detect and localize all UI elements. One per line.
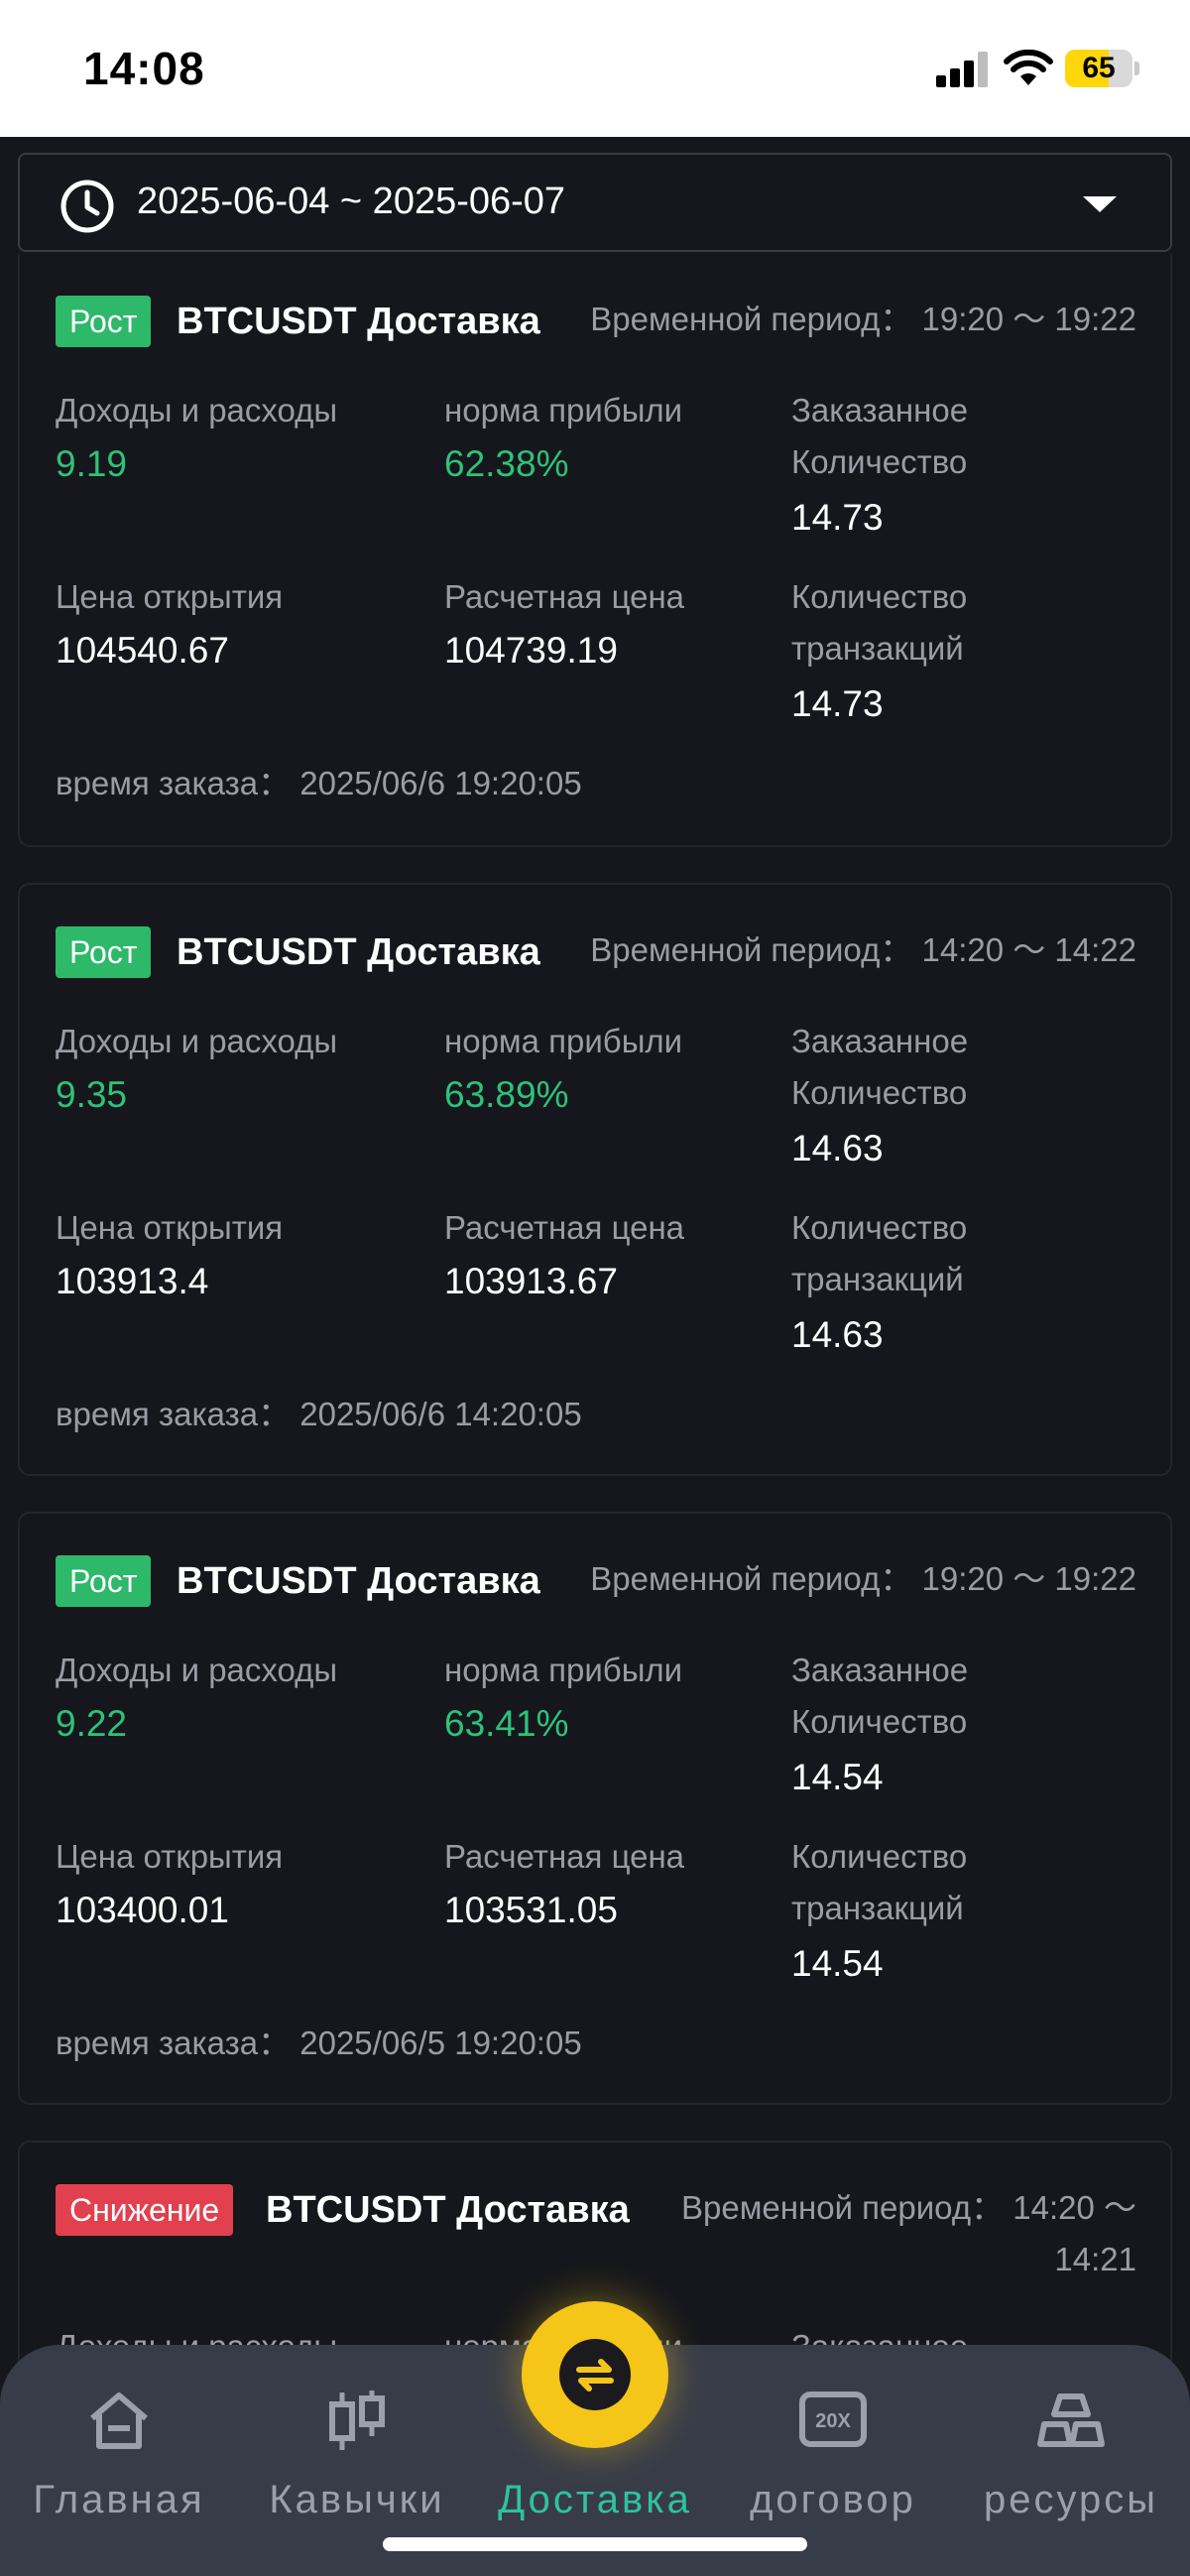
swap-arrows-glyph (576, 2359, 614, 2392)
battery-cap (1134, 61, 1139, 75)
pnl-value: 9.19 (56, 443, 128, 484)
delivery-fab-button[interactable] (522, 2301, 668, 2448)
settle-price-label: Расчетная цена (444, 578, 685, 615)
order-time: время заказа： 2025/06/6 14:20:05 (56, 1396, 582, 1432)
profit-rate-label: норма прибыли (444, 392, 683, 429)
nav-item-assets[interactable]: ресурсы (952, 2387, 1190, 2522)
open-price-value: 103913.4 (56, 1261, 209, 1301)
date-range-selector[interactable]: 2025-06-04 ~ 2025-06-07 (18, 153, 1172, 252)
profit-rate-value: 63.89% (444, 1074, 569, 1115)
contract-20x-icon: 20X (799, 2392, 867, 2447)
tx-qty-label-line2: транзакций (791, 1890, 964, 1926)
order-card[interactable]: Рост BTCUSDT Доставка Временной период： … (18, 883, 1172, 1476)
nav-label: договор (750, 2478, 916, 2521)
order-symbol: BTCUSDT Доставка (266, 2189, 630, 2231)
open-price-value: 104540.67 (56, 630, 229, 671)
nav-item-contract[interactable]: 20X договор (714, 2387, 952, 2522)
order-card[interactable]: Рост BTCUSDT Доставка Временной период： … (18, 254, 1172, 847)
pnl-label: Доходы и расходы (56, 1023, 338, 1059)
nav-item-home[interactable]: Главная (0, 2387, 238, 2522)
order-period: Временной период： 19:20 ～ 19:22 (590, 1560, 1136, 1597)
ordered-qty-label-line2: Количество (791, 443, 968, 480)
pnl-label: Доходы и расходы (56, 1652, 338, 1688)
profit-rate-value: 63.41% (444, 1703, 569, 1744)
direction-badge: Рост (56, 926, 152, 978)
direction-badge: Снижение (56, 2184, 234, 2236)
settle-price-label: Расчетная цена (444, 1838, 685, 1875)
nav-label: Доставка (498, 2478, 692, 2521)
status-time: 14:08 (83, 43, 205, 94)
direction-badge: Рост (56, 296, 152, 347)
date-range-text: 2025-06-04 ~ 2025-06-07 (137, 181, 566, 222)
tx-qty-label-line2: транзакций (791, 1261, 964, 1297)
ordered-qty-label-line2: Количество (791, 1703, 968, 1740)
home-indicator (383, 2537, 807, 2551)
settle-price-value: 104739.19 (444, 630, 618, 671)
direction-badge: Рост (56, 1555, 152, 1607)
tx-qty-label-line1: Количество (791, 1838, 968, 1875)
order-period-line1: Временной период： 14:20 ～ (681, 2189, 1136, 2226)
candlestick-icon (329, 2391, 385, 2450)
svg-text:20X: 20X (815, 2410, 851, 2432)
swap-icon (559, 2339, 631, 2410)
order-symbol: BTCUSDT Доставка (177, 301, 540, 342)
cellular-signal-icon (936, 52, 990, 87)
order-period: Временной период： 19:20 ～ 19:22 (590, 301, 1136, 337)
ordered-qty-label-line1: Заказанное (791, 1023, 969, 1059)
battery-level: 65 (1082, 52, 1116, 84)
tx-qty-value: 14.73 (791, 683, 884, 724)
open-price-label: Цена открытия (56, 578, 284, 615)
ordered-qty-label-line2: Количество (791, 1074, 968, 1111)
status-bar: 14:08 65 (0, 0, 1190, 137)
profit-rate-label: норма прибыли (444, 1652, 683, 1688)
open-price-value: 103400.01 (56, 1890, 229, 1930)
profit-rate-value: 62.38% (444, 443, 569, 484)
open-price-label: Цена открытия (56, 1838, 284, 1875)
order-time: время заказа： 2025/06/6 19:20:05 (56, 765, 582, 801)
nav-label: ресурсы (983, 2478, 1159, 2521)
order-period: Временной период： 14:20 ～ 14:22 (590, 931, 1136, 968)
settle-price-label: Расчетная цена (444, 1209, 685, 1246)
ordered-qty-value: 14.54 (791, 1757, 884, 1797)
pnl-value: 9.35 (56, 1074, 128, 1115)
pnl-label: Доходы и расходы (56, 392, 338, 429)
ordered-qty-label-line1: Заказанное (791, 1652, 969, 1688)
nav-label: Кавычки (269, 2478, 445, 2521)
order-symbol: BTCUSDT Доставка (177, 931, 540, 973)
assets-icon (1037, 2393, 1105, 2447)
settle-price-value: 103913.67 (444, 1261, 618, 1301)
app-root: 14:08 65 2025-06-04 ~ 2025-06-07 Рост BT… (0, 0, 1190, 2576)
nav-item-quotes[interactable]: Кавычки (238, 2387, 476, 2522)
nav-label: Главная (33, 2478, 205, 2521)
wifi-icon (1004, 50, 1053, 85)
order-period-line2: 14:21 (1054, 2241, 1136, 2277)
ordered-qty-value: 14.73 (791, 497, 884, 538)
open-price-label: Цена открытия (56, 1209, 284, 1246)
tx-qty-label-line1: Количество (791, 578, 968, 615)
caret-down-icon (1083, 196, 1117, 212)
clock-icon (60, 180, 114, 233)
battery-icon: 65 (1065, 50, 1132, 87)
settle-price-value: 103531.05 (444, 1890, 618, 1930)
order-time: время заказа： 2025/06/5 19:20:05 (56, 2024, 582, 2061)
ordered-qty-label-line1: Заказанное (791, 392, 969, 429)
tx-qty-label-line2: транзакций (791, 630, 964, 667)
order-symbol: BTCUSDT Доставка (177, 1560, 540, 1602)
order-card[interactable]: Рост BTCUSDT Доставка Временной период： … (18, 1512, 1172, 2105)
tx-qty-value: 14.54 (791, 1943, 884, 1984)
ordered-qty-value: 14.63 (791, 1128, 884, 1168)
tx-qty-label-line1: Количество (791, 1209, 968, 1246)
tx-qty-value: 14.63 (791, 1314, 884, 1355)
home-icon (90, 2392, 148, 2449)
profit-rate-label: норма прибыли (444, 1023, 683, 1059)
pnl-value: 9.22 (56, 1703, 128, 1744)
